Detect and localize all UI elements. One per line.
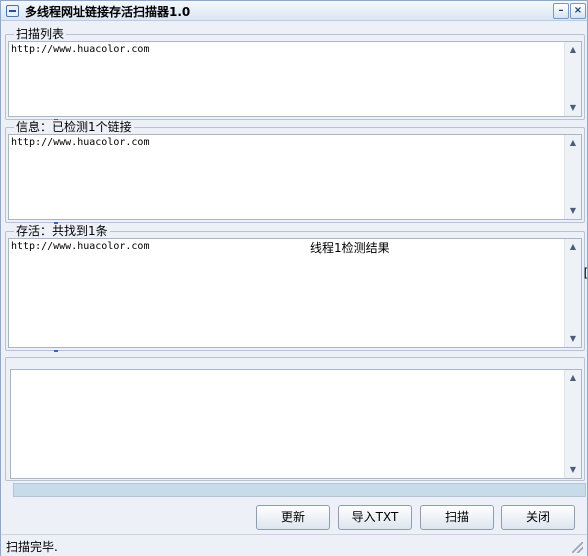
marker-tick xyxy=(54,350,58,352)
alive-textarea[interactable]: http://www.huacolor.com ▲ ▼ xyxy=(8,238,582,348)
scroll-up-icon[interactable]: ▲ xyxy=(565,239,581,255)
scan-list-label: 扫描列表 xyxy=(14,27,67,41)
alive-line: http://www.huacolor.com xyxy=(11,241,150,252)
window-title: 多线程网址链接存活扫描器1.0 xyxy=(25,5,191,19)
scan-list-line: http://www.huacolor.com xyxy=(11,44,150,55)
log-group: ▲ ▼ xyxy=(5,357,585,481)
close-button[interactable]: 关闭 xyxy=(501,505,575,530)
update-button[interactable]: 更新 xyxy=(256,505,330,530)
info-label: 信息：已检测1个链接 xyxy=(14,120,134,134)
scroll-up-icon[interactable]: ▲ xyxy=(565,135,581,151)
scroll-down-icon[interactable]: ▼ xyxy=(565,331,581,347)
import-txt-button[interactable]: 导入TXT xyxy=(338,505,412,530)
status-bar: 扫描完毕. xyxy=(1,534,587,556)
close-window-button[interactable]: × xyxy=(570,3,586,19)
status-text: 扫描完毕. xyxy=(6,540,58,554)
minimize-button[interactable]: – xyxy=(553,3,569,19)
scan-list-scrollbar[interactable]: ▲ ▼ xyxy=(564,42,581,116)
alive-label: 存活：共找到1条 xyxy=(14,224,110,238)
stray-bracket: [ xyxy=(582,266,588,280)
scan-button[interactable]: 扫描 xyxy=(420,505,494,530)
resize-grip-icon[interactable] xyxy=(572,542,583,553)
scroll-up-icon[interactable]: ▲ xyxy=(565,42,581,58)
info-textarea[interactable]: http://www.huacolor.com ▲ ▼ xyxy=(8,134,582,220)
main-window: 多线程网址链接存活扫描器1.0 – × 扫描列表 http://www.huac… xyxy=(0,0,588,556)
scroll-down-icon[interactable]: ▼ xyxy=(565,462,581,478)
app-icon[interactable] xyxy=(6,5,19,17)
log-textarea[interactable]: ▲ ▼ xyxy=(10,369,582,479)
scroll-down-icon[interactable]: ▼ xyxy=(565,203,581,219)
alive-scrollbar[interactable]: ▲ ▼ xyxy=(564,239,581,347)
scroll-down-icon[interactable]: ▼ xyxy=(565,100,581,116)
info-line: http://www.huacolor.com xyxy=(11,137,150,148)
thread-result-text: 线程1检测结果 xyxy=(310,241,390,255)
title-bar[interactable]: 多线程网址链接存活扫描器1.0 – × xyxy=(1,1,587,21)
log-scrollbar[interactable]: ▲ ▼ xyxy=(564,370,581,478)
info-scrollbar[interactable]: ▲ ▼ xyxy=(564,135,581,219)
scroll-up-icon[interactable]: ▲ xyxy=(565,370,581,386)
scan-list-textarea[interactable]: http://www.huacolor.com ▲ ▼ xyxy=(8,41,582,117)
scan-progress-bar xyxy=(13,483,586,497)
info-group: 信息：已检测1个链接 http://www.huacolor.com ▲ ▼ xyxy=(5,120,585,223)
alive-group: 存活：共找到1条 http://www.huacolor.com ▲ ▼ xyxy=(5,224,585,351)
scan-list-group: 扫描列表 http://www.huacolor.com ▲ ▼ xyxy=(5,27,585,120)
